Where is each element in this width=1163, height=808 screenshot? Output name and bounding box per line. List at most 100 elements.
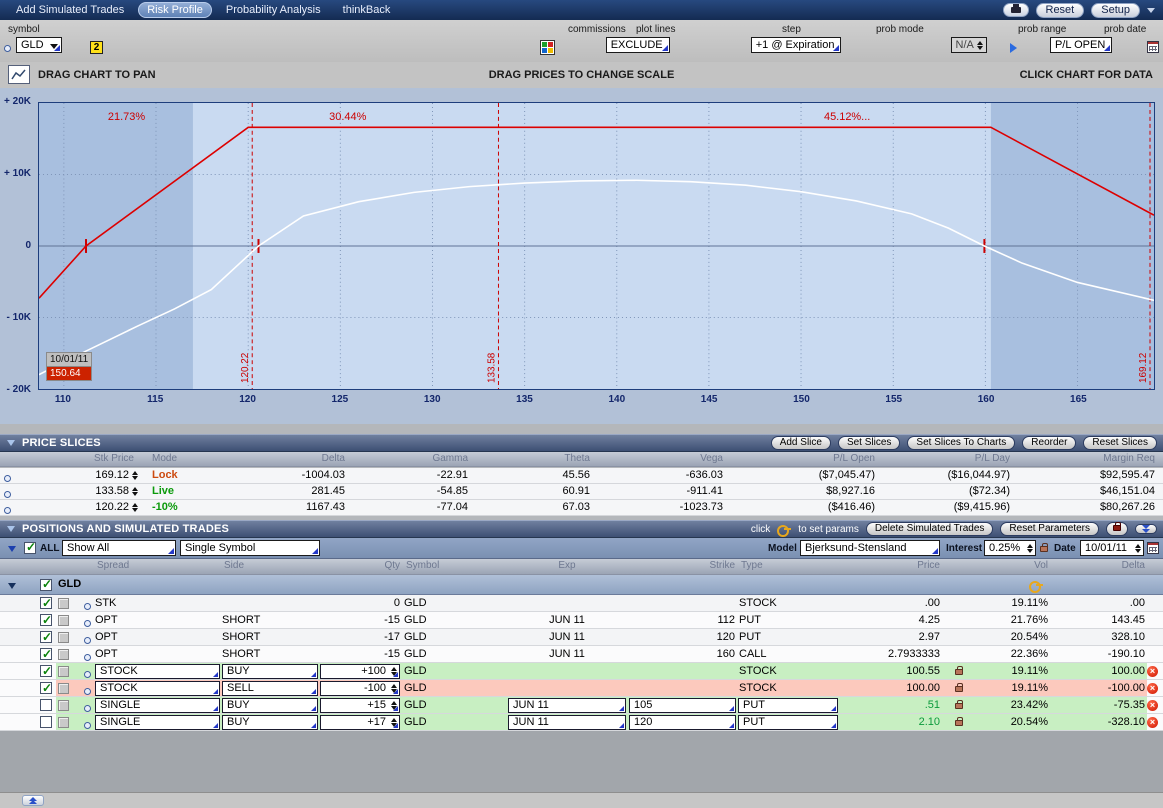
qty-stepper[interactable]: +17 xyxy=(320,715,400,730)
row-checkbox[interactable] xyxy=(40,597,52,609)
delete-trade-icon[interactable] xyxy=(1147,700,1158,711)
side-dropdown[interactable]: SELL xyxy=(222,681,318,696)
calendar-icon[interactable] xyxy=(1147,41,1159,53)
reset-slices-button[interactable]: Reset Slices xyxy=(1083,436,1157,450)
layout-grid-icon[interactable] xyxy=(540,40,555,55)
row-handle[interactable] xyxy=(58,615,69,626)
row-checkbox[interactable] xyxy=(40,614,52,626)
row-handle[interactable] xyxy=(58,700,69,711)
expand-right-icon[interactable] xyxy=(1010,43,1017,53)
spinner-icon[interactable] xyxy=(1133,542,1142,554)
delete-trade-icon[interactable] xyxy=(1147,666,1158,677)
strike-dropdown[interactable]: 105 xyxy=(629,698,736,713)
position-row[interactable]: OPT SHORT -15 GLD JUN 11 160 CALL 2.7933… xyxy=(0,646,1163,663)
simulated-trade-row[interactable]: SINGLE BUY +17 GLD JUN 11 120 PUT 2.10 2… xyxy=(0,714,1163,731)
simulated-trade-row[interactable]: SINGLE BUY +15 GLD JUN 11 105 PUT .51 23… xyxy=(0,697,1163,714)
add-slice-button[interactable]: Add Slice xyxy=(771,436,831,450)
expand-panel-button[interactable] xyxy=(22,795,44,806)
slice-price[interactable]: 169.12 xyxy=(95,468,129,483)
symbol-group-row[interactable]: GLD xyxy=(0,575,1163,595)
row-handle[interactable] xyxy=(58,649,69,660)
step-stepper[interactable]: N/A xyxy=(951,37,987,53)
row-checkbox[interactable] xyxy=(40,648,52,660)
price-value[interactable]: 2.10 xyxy=(838,714,940,730)
qty-stepper[interactable]: -100 xyxy=(320,681,400,696)
group-checkbox[interactable] xyxy=(40,579,52,591)
spinner-icon[interactable] xyxy=(389,666,398,677)
position-row[interactable]: OPT SHORT -15 GLD JUN 11 112 PUT 4.25 21… xyxy=(0,612,1163,629)
row-handle[interactable] xyxy=(58,717,69,728)
collapse-triangle-icon[interactable] xyxy=(8,583,16,589)
row-handle[interactable] xyxy=(58,666,69,677)
all-checkbox[interactable] xyxy=(24,542,36,554)
position-row[interactable]: OPT SHORT -17 GLD JUN 11 120 PUT 2.97 20… xyxy=(0,629,1163,646)
calendar-icon[interactable] xyxy=(1147,542,1159,554)
side-dropdown[interactable]: BUY xyxy=(222,698,318,713)
spread-dropdown[interactable]: STOCK xyxy=(95,664,220,679)
position-row[interactable]: STK 0 GLD STOCK .00 19.11% .00 xyxy=(0,595,1163,612)
tab-probability-analysis[interactable]: Probability Analysis xyxy=(218,3,329,17)
price-value[interactable]: 100.55 xyxy=(838,663,940,679)
simulated-trade-row[interactable]: STOCK BUY +100 GLD STOCK 100.55 19.11% 1… xyxy=(0,663,1163,680)
interest-stepper[interactable]: 0.25% xyxy=(984,540,1036,556)
set-slices-to-charts-button[interactable]: Set Slices To Charts xyxy=(907,436,1015,450)
chevron-down-icon[interactable] xyxy=(1147,8,1155,13)
price-slice-row[interactable]: 133.58 Live 281.45 -54.85 60.91 -911.41 … xyxy=(0,484,1163,500)
tab-add-simulated-trades[interactable]: Add Simulated Trades xyxy=(8,3,132,17)
row-handle[interactable] xyxy=(58,598,69,609)
spinner-icon[interactable] xyxy=(389,683,398,694)
price-lock-icon[interactable] xyxy=(955,686,963,692)
reorder-button[interactable]: Reorder xyxy=(1022,436,1076,450)
price-value[interactable]: .51 xyxy=(838,697,940,713)
row-checkbox[interactable] xyxy=(40,682,52,694)
spinner-icon[interactable] xyxy=(976,39,985,51)
set-params-icon[interactable] xyxy=(1029,581,1043,589)
reset-button[interactable]: Reset xyxy=(1036,3,1085,18)
collapse-triangle-icon[interactable] xyxy=(7,440,15,446)
lock-button[interactable] xyxy=(1106,522,1128,536)
spinner-icon[interactable] xyxy=(132,503,138,512)
commissions-dropdown[interactable]: EXCLUDE xyxy=(606,37,670,53)
qty-stepper[interactable]: +15 xyxy=(320,698,400,713)
plot-area[interactable]: 120.22133.58169.1221.73%30.44%45.12%... xyxy=(38,102,1155,390)
strike-dropdown[interactable]: 120 xyxy=(629,715,736,730)
collapse-all-button[interactable] xyxy=(1135,524,1157,534)
price-lock-icon[interactable] xyxy=(955,703,963,709)
set-slices-button[interactable]: Set Slices xyxy=(838,436,900,450)
single-symbol-dropdown[interactable]: Single Symbol xyxy=(180,540,320,556)
print-icon[interactable] xyxy=(1003,3,1029,17)
risk-profile-chart[interactable]: + 20K+ 10K0- 10K- 20K 120.22133.58169.12… xyxy=(0,88,1163,424)
delete-trade-icon[interactable] xyxy=(1147,683,1158,694)
spinner-icon[interactable] xyxy=(389,700,398,711)
delete-simulated-trades-button[interactable]: Delete Simulated Trades xyxy=(866,522,994,536)
price-lock-icon[interactable] xyxy=(955,720,963,726)
spread-dropdown[interactable]: SINGLE xyxy=(95,698,220,713)
reset-parameters-button[interactable]: Reset Parameters xyxy=(1000,522,1099,536)
spinner-icon[interactable] xyxy=(1025,542,1034,554)
delete-trade-icon[interactable] xyxy=(1147,717,1158,728)
slice-mode[interactable]: Lock xyxy=(152,468,210,483)
type-dropdown[interactable]: PUT xyxy=(738,698,838,713)
row-handle[interactable] xyxy=(58,683,69,694)
row-handle[interactable] xyxy=(58,632,69,643)
tab-thinkback[interactable]: thinkBack xyxy=(335,3,399,17)
slice-mode[interactable]: Live xyxy=(152,484,210,499)
slice-price[interactable]: 133.58 xyxy=(95,484,129,499)
price-lock-icon[interactable] xyxy=(955,669,963,675)
tab-risk-profile[interactable]: Risk Profile xyxy=(138,2,212,18)
row-checkbox[interactable] xyxy=(40,716,52,728)
setup-button[interactable]: Setup xyxy=(1091,3,1140,18)
spread-dropdown[interactable]: SINGLE xyxy=(95,715,220,730)
row-checkbox[interactable] xyxy=(40,665,52,677)
simulated-trade-row[interactable]: STOCK SELL -100 GLD STOCK 100.00 19.11% … xyxy=(0,680,1163,697)
slice-price[interactable]: 120.22 xyxy=(95,500,129,515)
price-slice-row[interactable]: 169.12 Lock -1004.03 -22.91 45.56 -636.0… xyxy=(0,468,1163,484)
exp-dropdown[interactable]: JUN 11 xyxy=(508,698,626,713)
spinner-icon[interactable] xyxy=(132,487,138,496)
pl-mode-dropdown[interactable]: P/L OPEN xyxy=(1050,37,1112,53)
bottom-scrollbar[interactable] xyxy=(0,792,1163,808)
row-checkbox[interactable] xyxy=(40,699,52,711)
symbol-input[interactable]: GLD xyxy=(16,37,62,53)
date-stepper[interactable]: 10/01/11 xyxy=(1080,540,1144,556)
collapse-triangle-icon[interactable] xyxy=(8,546,16,552)
